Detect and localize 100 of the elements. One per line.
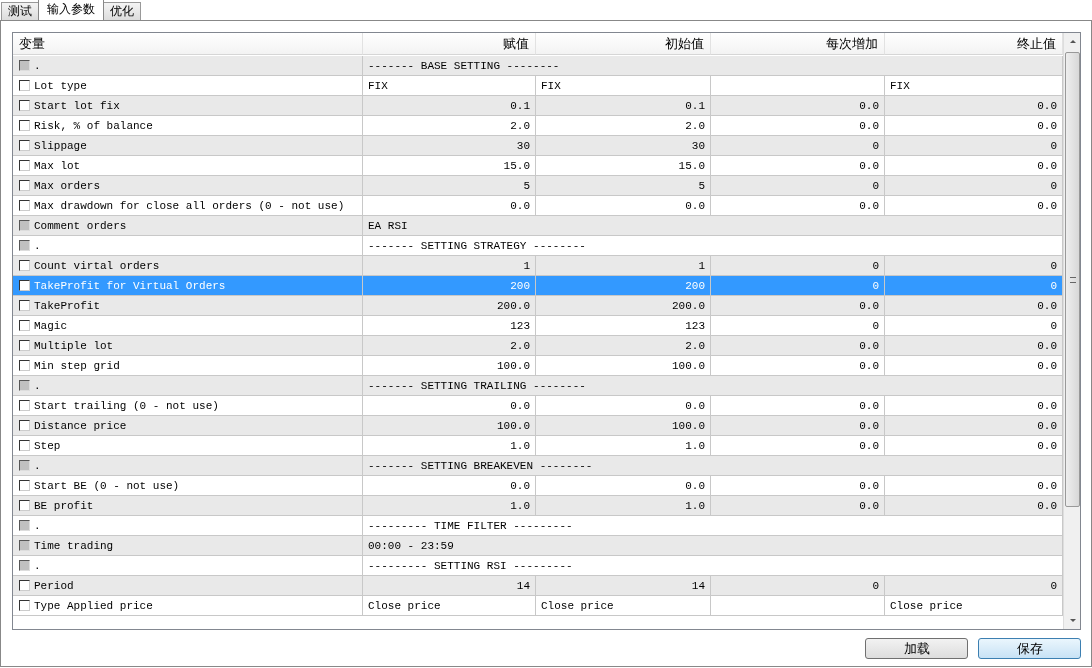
table-cell: 14 [363,576,536,596]
checkbox[interactable] [19,100,30,111]
table-cell: 0.0 [363,196,536,216]
table-cell: Close price [536,596,711,616]
checkbox[interactable] [19,300,30,311]
table-cell: 0.0 [536,476,711,496]
checkbox[interactable] [19,200,30,211]
checkbox[interactable] [19,180,30,191]
parameter-name: . [34,459,41,472]
parameter-value: 00:00 - 23:59 [368,539,454,552]
checkbox[interactable] [19,600,30,611]
table-cell: 0.0 [885,336,1063,356]
table-cell: 123 [363,316,536,336]
table-cell: 0.0 [711,336,885,356]
table-cell: Close price [363,596,536,616]
parameter-name: Time trading [34,539,114,552]
table-cell: 0.0 [885,476,1063,496]
table-cell: 0.0 [711,296,885,316]
vertical-scrollbar[interactable] [1063,33,1080,629]
parameter-name: Count virtal orders [34,259,160,272]
parameter-name: Start lot fix [34,99,120,112]
column-header[interactable]: 赋值 [363,33,536,55]
table-cell: 0.0 [885,356,1063,376]
checkbox[interactable] [19,400,30,411]
table-cell: 200 [363,276,536,296]
parameter-name: Step [34,439,61,452]
checkbox[interactable] [19,260,30,271]
table-cell: 123 [536,316,711,336]
table-cell: 0.0 [885,416,1063,436]
checkbox[interactable] [19,160,30,171]
load-button[interactable]: 加载 [865,638,968,659]
table-cell: 0.0 [711,476,885,496]
table-cell: 30 [536,136,711,156]
table-cell: 1.0 [536,496,711,516]
table-cell: 0.0 [885,96,1063,116]
table-cell: FIX [536,76,711,96]
table-cell: FIX [885,76,1063,96]
column-header[interactable]: 变量 [13,33,363,55]
checkbox[interactable] [19,360,30,371]
tab[interactable]: 输入参数 [38,0,104,20]
table-cell: 2.0 [363,116,536,136]
parameter-name: BE profit [34,499,94,512]
checkbox[interactable] [19,440,30,451]
table-cell: 0 [885,256,1063,276]
column-header[interactable]: 初始值 [536,33,711,55]
checkbox[interactable] [19,80,30,91]
table-cell: 100.0 [536,416,711,436]
save-button[interactable]: 保存 [978,638,1081,659]
parameter-value: --------- TIME FILTER --------- [368,519,573,532]
table-cell: 0.0 [363,396,536,416]
table-cell: 0 [711,256,885,276]
column-header[interactable]: 终止值 [885,33,1063,55]
checkbox[interactable] [19,420,30,431]
tab[interactable]: 优化 [103,2,141,20]
tab[interactable]: 测试 [1,2,39,20]
table-cell: 0.0 [885,156,1063,176]
checkbox[interactable] [19,580,30,591]
checkbox[interactable] [19,320,30,331]
parameter-name: Slippage [34,139,87,152]
table-cell: FIX [363,76,536,96]
table-cell: 0.0 [711,356,885,376]
table-cell: 0.0 [885,496,1063,516]
table-cell: 200 [536,276,711,296]
table-cell: 1 [363,256,536,276]
checkbox[interactable] [19,280,30,291]
checkbox[interactable] [19,500,30,511]
parameter-name: Lot type [34,79,87,92]
table-cell: 5 [536,176,711,196]
table-cell: 2.0 [363,336,536,356]
table-cell: 1 [536,256,711,276]
table-cell: 5 [363,176,536,196]
checkbox[interactable] [19,340,30,351]
table-cell: 30 [363,136,536,156]
parameter-name: . [34,239,41,252]
table-cell: 0 [711,276,885,296]
table-cell: 0.0 [711,436,885,456]
checkbox[interactable] [19,140,30,151]
parameter-name: . [34,559,41,572]
scroll-thumb[interactable] [1065,52,1080,507]
table-cell: 0.0 [711,196,885,216]
table-cell: 100.0 [536,356,711,376]
table-cell: 0.0 [885,436,1063,456]
checkbox[interactable] [19,480,30,491]
table-cell: 100.0 [363,356,536,376]
table-cell: 0.0 [536,396,711,416]
parameter-name: Max drawdown for close all orders (0 - not use) [34,199,345,212]
table-cell: 0 [885,176,1063,196]
parameter-name: Comment orders [34,219,127,232]
table-cell: 0 [885,576,1063,596]
checkbox[interactable] [19,120,30,131]
parameter-value: ------- SETTING STRATEGY -------- [368,239,586,252]
parameter-value: EA RSI [368,219,408,232]
table-cell: 0.1 [363,96,536,116]
table-cell: 0 [885,136,1063,156]
table-cell: 1.0 [363,496,536,516]
column-header[interactable]: 每次增加 [711,33,885,55]
parameter-name: . [34,59,41,72]
table-cell: 0.0 [711,496,885,516]
parameter-name: Start trailing (0 - not use) [34,399,219,412]
parameter-name: Max lot [34,159,81,172]
